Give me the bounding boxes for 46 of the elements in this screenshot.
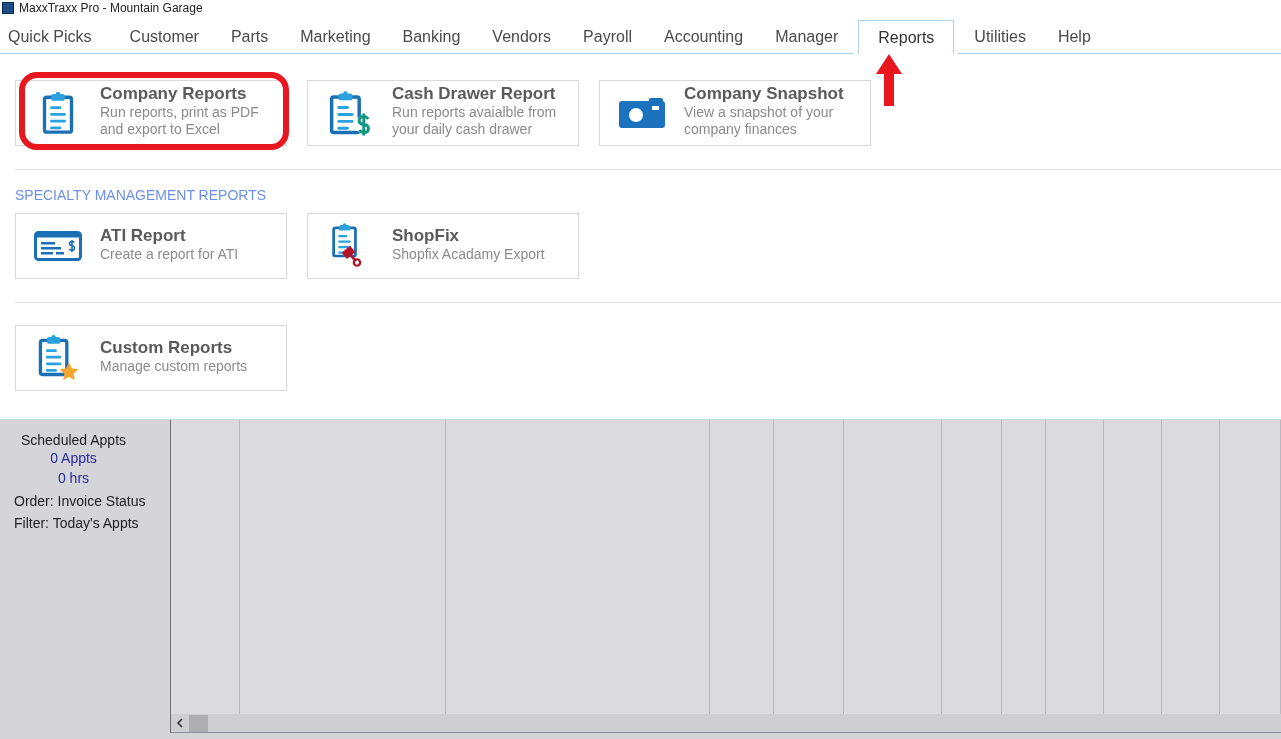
scroll-thumb[interactable] <box>189 714 208 732</box>
card-description: Create a report for ATI <box>100 245 240 263</box>
card-description: Run reports, print as PDF and export to Excel <box>100 104 260 138</box>
tab[interactable]: Customer <box>113 20 215 54</box>
window-title: MaxxTraxx Pro - Mountain Garage <box>19 1 203 15</box>
bank-check-icon <box>34 231 82 261</box>
report-card[interactable]: Cash Drawer Report Run reports avaialble from your daily cash drawer <box>307 80 579 146</box>
card-title: Company Reports <box>100 84 248 104</box>
clipboard-icon <box>40 90 76 136</box>
hours-count: 0 hrs <box>57 469 90 488</box>
scrollbar[interactable] <box>171 714 1281 732</box>
tab[interactable]: Help <box>1041 20 1107 54</box>
filter-label: Filter: Today's Appts <box>13 514 139 532</box>
card-description: Run reports avaialble from your daily cash drawer <box>392 104 558 138</box>
clipboard-dollar-icon <box>327 90 373 136</box>
appointment-count: 0 Appts <box>50 449 97 468</box>
report-card[interactable]: Custom Reports Manage custom reports <box>15 325 287 391</box>
section-heading: SPECIALTY MANAGEMENT REPORTS <box>15 187 268 203</box>
card-title: Company Snapshot <box>684 84 845 104</box>
tab[interactable]: Vendors <box>476 20 568 54</box>
tab[interactable]: Marketing <box>284 20 387 54</box>
card-title: Cash Drawer Report <box>392 84 557 104</box>
app-icon <box>2 2 14 14</box>
tab[interactable]: Payroll <box>567 20 648 54</box>
schedule-heading: Scheduled Appts <box>20 432 127 448</box>
tab[interactable]: Parts <box>214 20 285 54</box>
tab[interactable]: Reports <box>858 20 955 54</box>
tab[interactable]: Quick Picks <box>0 20 114 54</box>
report-card[interactable]: ShopFix Shopfix Acadamy Export <box>307 213 579 279</box>
tab[interactable]: Accounting <box>648 20 760 54</box>
card-description: View a snapshot of your company finances <box>684 104 835 138</box>
tab[interactable]: Banking <box>386 20 477 54</box>
card-title: Custom Reports <box>100 337 234 358</box>
camera-icon <box>619 98 665 128</box>
card-description: Manage custom reports <box>100 357 249 375</box>
order-label: Order: Invoice Status <box>13 492 146 510</box>
card-title: ATI Report <box>100 225 187 246</box>
card-title: ShopFix <box>392 225 461 246</box>
clipboard-star-icon <box>36 333 80 383</box>
report-card[interactable]: ATI Report Create a report for ATI <box>15 213 287 279</box>
arrow <box>876 54 902 106</box>
tab[interactable]: Manager <box>759 20 855 54</box>
report-card[interactable]: Company Reports Run reports, print as PDF and export to Excel <box>15 80 287 146</box>
tab[interactable]: Utilities <box>958 20 1042 54</box>
report-card[interactable]: Company Snapshot View a snapshot of your company finances <box>599 80 871 146</box>
card-description: Shopfix Acadamy Export <box>392 245 546 263</box>
